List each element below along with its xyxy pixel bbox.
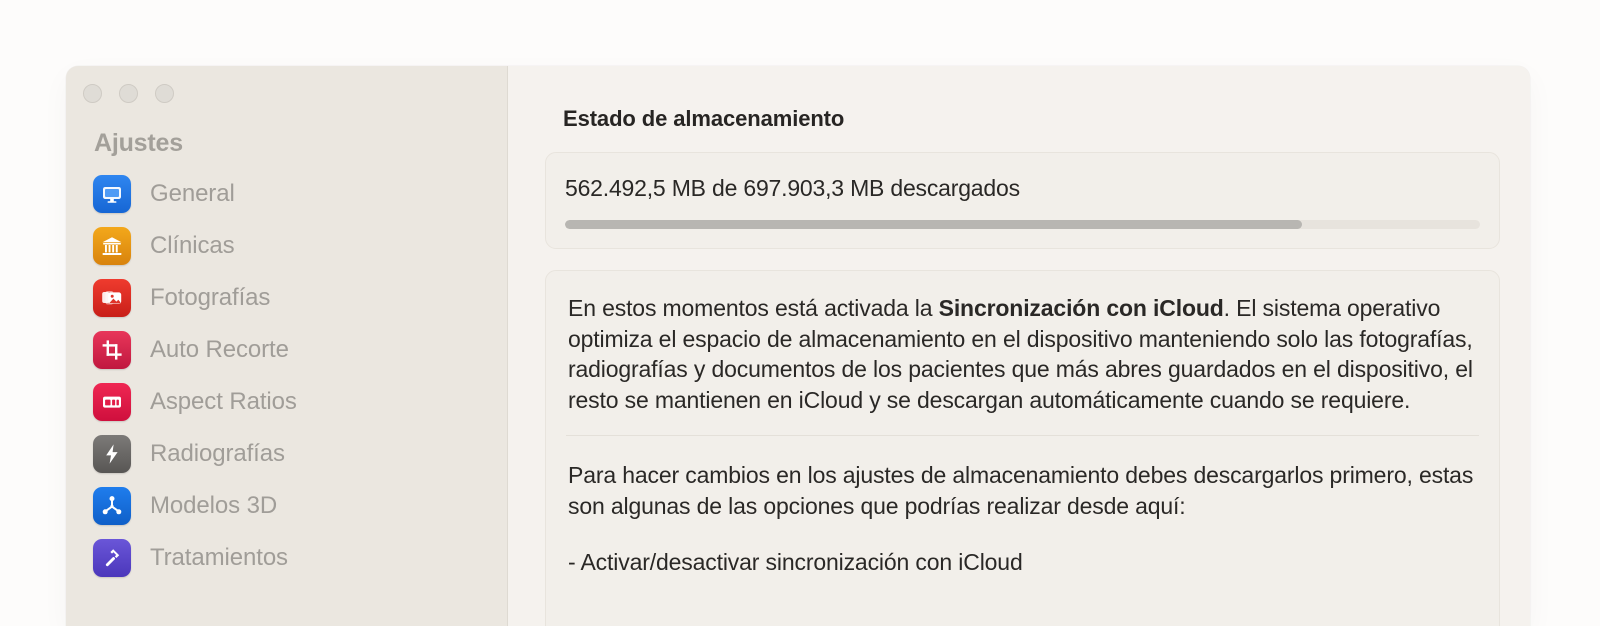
sidebar-item-label: Fotografías [150,284,271,311]
crop-icon [93,331,131,369]
hammer-icon [93,539,131,577]
sidebar-item-label: General [150,180,235,207]
info-paragraph-2-block: Para hacer cambios en los ajustes de alm… [546,436,1499,578]
layout-icon [93,383,131,421]
storage-progress-fill [565,220,1303,229]
sidebar-item-label: Modelos 3D [150,492,278,519]
sidebar-item-label: Auto Recorte [150,336,289,363]
storage-progress-bar [565,220,1480,229]
icloud-sync-emphasis: Sincronización con iCloud [938,295,1224,321]
photos-stack-icon [93,279,131,317]
sidebar-item-fotografias[interactable]: Fotografías [93,278,497,318]
sidebar-item-label: Clínicas [150,232,235,259]
info-paragraph-2: Para hacer cambios en los ajustes de alm… [568,462,1474,519]
storage-info-card: En estos momentos está activada la Sincr… [545,270,1500,626]
settings-window: Ajustes General Clínicas Fotografías Aut… [66,66,1530,626]
close-button[interactable] [83,84,102,103]
sidebar-item-modelos-3d[interactable]: Modelos 3D [93,486,497,526]
zoom-button[interactable] [155,84,174,103]
info-paragraph-1-block: En estos momentos está activada la Sincr… [546,271,1499,435]
display-icon [93,175,131,213]
sidebar-item-general[interactable]: General [93,174,497,214]
sidebar-item-tratamientos[interactable]: Tratamientos [93,538,497,578]
sidebar-nav-list: General Clínicas Fotografías Auto Recort… [93,174,497,590]
info-paragraph-1-prefix: En estos momentos está activada la [568,295,939,321]
sidebar-item-label: Aspect Ratios [150,388,297,415]
main-content: Estado de almacenamiento 562.492,5 MB de… [508,66,1530,626]
sidebar-item-auto-recorte[interactable]: Auto Recorte [93,330,497,370]
sidebar-item-label: Radiografías [150,440,285,467]
sidebar-item-radiografias[interactable]: Radiografías [93,434,497,474]
window-traffic-lights [83,84,174,103]
sidebar-item-aspect-ratios[interactable]: Aspect Ratios [93,382,497,422]
sidebar-item-clinicas[interactable]: Clínicas [93,226,497,266]
info-paragraph-1: En estos momentos está activada la Sincr… [568,293,1477,415]
sidebar-item-label: Tratamientos [150,544,288,571]
info-bullet-item: - Activar/desactivar sincronización con … [568,549,1023,575]
storage-status-card: 562.492,5 MB de 697.903,3 MB descargados [545,152,1500,249]
sidebar: Ajustes General Clínicas Fotografías Aut… [66,66,508,626]
minimize-button[interactable] [119,84,138,103]
bank-icon [93,227,131,265]
storage-progress-label: 562.492,5 MB de 697.903,3 MB descargados [565,175,1020,201]
bolt-icon [93,435,131,473]
molecule-icon [93,487,131,525]
page-title: Estado de almacenamiento [563,106,845,131]
sidebar-title: Ajustes [94,129,183,157]
